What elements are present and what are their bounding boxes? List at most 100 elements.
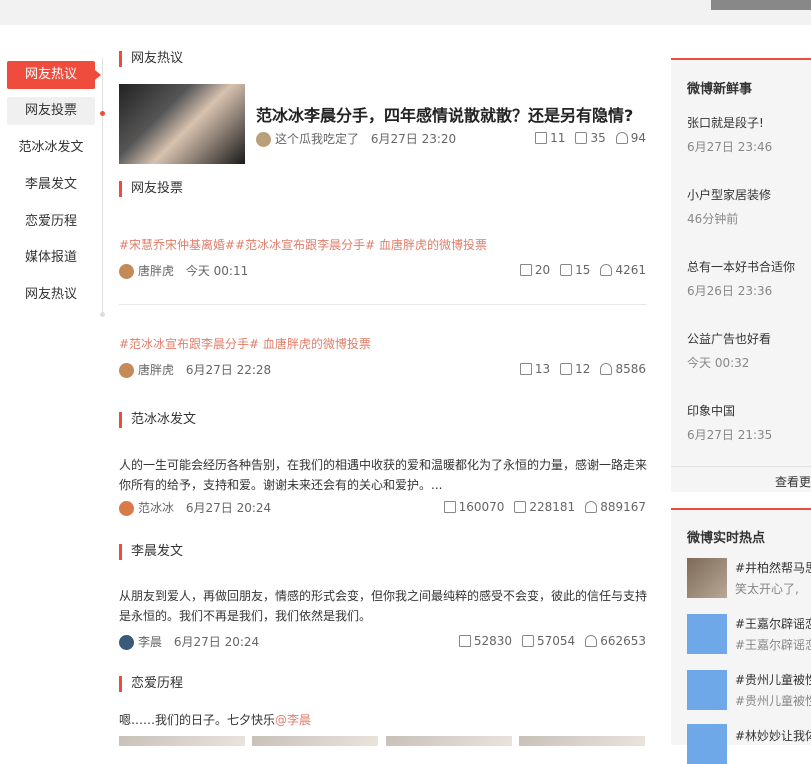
fresh-item[interactable]: 张口就是段子! bbox=[687, 114, 764, 131]
fresh-panel: 微博新鲜事 张口就是段子! 6月27日 23:46 小户型家居装修 46分钟前 … bbox=[671, 58, 811, 492]
vote1-time: 今天 00:11 bbox=[185, 264, 249, 278]
nav-item-hot-discussion[interactable]: 网友热议 bbox=[7, 61, 95, 89]
fresh-time: 今天 00:32 bbox=[687, 356, 750, 370]
hot-item-desc: 笑太开心了, bbox=[735, 582, 799, 596]
like-icon bbox=[600, 264, 613, 276]
nav-item-vote[interactable]: 网友投票 bbox=[7, 97, 95, 125]
fan-post-time: 6月27日 20:24 bbox=[185, 501, 272, 515]
fan-post-author[interactable]: 范冰冰 bbox=[138, 501, 174, 515]
comment-icon bbox=[514, 501, 527, 513]
share-button[interactable]: 160070 bbox=[443, 500, 504, 514]
comment-icon bbox=[560, 363, 573, 375]
hot-item-title[interactable]: #贵州儿童被性 bbox=[735, 671, 811, 688]
comment-button[interactable]: 228181 bbox=[514, 500, 575, 514]
hot-item-desc: #贵州儿童被性 bbox=[735, 694, 811, 708]
nav-item-hot-discussion-2[interactable]: 网友热议 bbox=[7, 281, 95, 309]
hot-thumb[interactable] bbox=[687, 558, 727, 598]
like-button[interactable]: 889167 bbox=[585, 500, 646, 514]
vote2-meta: 唐胖虎 6月27日 22:28 bbox=[119, 361, 271, 378]
hot-panel: 微博实时热点 #井柏然帮马思 笑太开心了, #王嘉尔辟谣恋 #王嘉尔辟谣恋 #贵… bbox=[671, 508, 811, 764]
like-icon bbox=[615, 132, 628, 144]
vote2-stats: 13 12 8586 bbox=[519, 362, 646, 376]
section-title-fan-post: 范冰冰发文 bbox=[119, 412, 196, 428]
featured-time: 6月27日 23:20 bbox=[370, 132, 457, 146]
nav-dot bbox=[100, 312, 105, 317]
like-button[interactable]: 8586 bbox=[600, 362, 646, 376]
share-button[interactable]: 11 bbox=[535, 131, 565, 145]
comment-button[interactable]: 15 bbox=[560, 263, 590, 277]
divider bbox=[119, 304, 647, 305]
nav-dot bbox=[100, 111, 105, 116]
vote2-author[interactable]: 唐胖虎 bbox=[138, 363, 174, 377]
see-more-link[interactable]: 查看更 bbox=[775, 473, 811, 490]
like-icon bbox=[585, 635, 598, 647]
comment-icon bbox=[560, 264, 573, 276]
author-avatar[interactable] bbox=[119, 501, 134, 516]
share-icon bbox=[535, 132, 548, 144]
share-icon bbox=[443, 501, 456, 513]
section-title-love-history: 恋爱历程 bbox=[119, 676, 183, 692]
fresh-item[interactable]: 印象中国 bbox=[687, 402, 735, 419]
hot-item-title[interactable]: #井柏然帮马思 bbox=[735, 559, 811, 576]
share-icon bbox=[458, 635, 471, 647]
comment-icon bbox=[575, 132, 588, 144]
divider bbox=[671, 466, 811, 467]
fan-post-meta: 范冰冰 6月27日 20:24 bbox=[119, 499, 271, 516]
share-button[interactable]: 52830 bbox=[458, 634, 512, 648]
mention-link[interactable]: @李晨 bbox=[275, 713, 311, 727]
top-bar bbox=[0, 0, 811, 25]
like-button[interactable]: 4261 bbox=[600, 263, 646, 277]
love-text: 嗯……我们的日子。七夕快乐@李晨 bbox=[119, 713, 312, 727]
share-button[interactable]: 13 bbox=[519, 362, 550, 376]
nav-item-media[interactable]: 媒体报道 bbox=[7, 244, 95, 272]
fresh-item[interactable]: 总有一本好书合适你 bbox=[687, 258, 795, 275]
fresh-item[interactable]: 小户型家居装修 bbox=[687, 186, 771, 203]
fresh-time: 46分钟前 bbox=[687, 212, 739, 226]
featured-author[interactable]: 这个瓜我吃定了 bbox=[275, 132, 359, 146]
author-avatar[interactable] bbox=[119, 264, 134, 279]
author-avatar[interactable] bbox=[256, 132, 271, 147]
fresh-time: 6月27日 21:35 bbox=[687, 428, 773, 442]
fresh-title: 微博新鲜事 bbox=[687, 82, 753, 97]
nav-active-arrow bbox=[95, 70, 101, 80]
li-post-time: 6月27日 20:24 bbox=[173, 635, 260, 649]
hot-thumb[interactable] bbox=[687, 614, 727, 654]
nav-item-fan-post[interactable]: 范冰冰发文 bbox=[7, 134, 95, 162]
vote1-stats: 20 15 4261 bbox=[519, 263, 646, 277]
comment-icon bbox=[522, 635, 534, 647]
li-post-stats: 52830 57054 662653 bbox=[458, 634, 646, 648]
li-post-text: 从朋友到爱人，再做回朋友，情感的形式会变，但你我之间最纯粹的感受不会变，彼此的信… bbox=[119, 589, 648, 623]
hot-item-desc: #王嘉尔辟谣恋 bbox=[735, 638, 811, 652]
nav-timeline bbox=[102, 58, 103, 316]
section-title-hot: 网友热议 bbox=[119, 51, 183, 67]
share-button[interactable]: 20 bbox=[519, 263, 550, 277]
vote1-tags[interactable]: #宋慧乔宋仲基离婚##范冰冰宣布跟李晨分手# 血唐胖虎的微博投票 bbox=[119, 236, 487, 253]
hot-item-title[interactable]: #王嘉尔辟谣恋 bbox=[735, 615, 811, 632]
featured-meta: 这个瓜我吃定了 6月27日 23:20 bbox=[256, 130, 456, 147]
fresh-time: 6月27日 23:46 bbox=[687, 140, 773, 154]
comment-button[interactable]: 12 bbox=[560, 362, 590, 376]
li-post-author[interactable]: 李晨 bbox=[138, 635, 162, 649]
vote1-meta: 唐胖虎 今天 00:11 bbox=[119, 262, 248, 279]
comment-button[interactable]: 35 bbox=[575, 131, 606, 145]
vote2-tags[interactable]: #范冰冰宣布跟李晨分手# 血唐胖虎的微博投票 bbox=[119, 335, 371, 352]
fresh-item[interactable]: 公益广告也好看 bbox=[687, 330, 771, 347]
like-icon bbox=[600, 363, 613, 375]
hot-item-title[interactable]: #林妙妙让我体 bbox=[735, 727, 811, 744]
hot-thumb[interactable] bbox=[687, 724, 727, 764]
nav-item-love-history[interactable]: 恋爱历程 bbox=[7, 208, 95, 236]
featured-headline[interactable]: 范冰冰李晨分手，四年感情说散就散？还是另有隐情? bbox=[256, 102, 633, 126]
hot-thumb[interactable] bbox=[687, 670, 727, 710]
like-button[interactable]: 94 bbox=[615, 131, 646, 145]
author-avatar[interactable] bbox=[119, 363, 134, 378]
top-banner-image[interactable] bbox=[711, 0, 811, 10]
featured-image[interactable] bbox=[119, 84, 245, 164]
fan-post-stats: 160070 228181 889167 bbox=[443, 500, 646, 514]
author-avatar[interactable] bbox=[119, 635, 134, 650]
like-button[interactable]: 662653 bbox=[585, 634, 646, 648]
vote1-author[interactable]: 唐胖虎 bbox=[138, 264, 174, 278]
section-title-vote: 网友投票 bbox=[119, 181, 183, 197]
comment-button[interactable]: 57054 bbox=[522, 634, 575, 648]
nav-item-li-post[interactable]: 李晨发文 bbox=[7, 171, 95, 199]
vote2-time: 6月27日 22:28 bbox=[185, 363, 272, 377]
